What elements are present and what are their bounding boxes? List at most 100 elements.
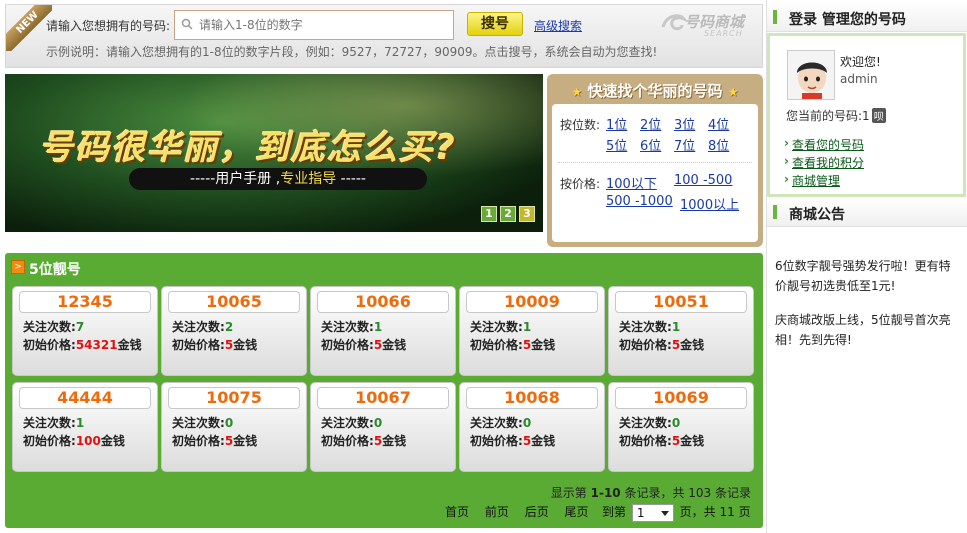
digit-link-7[interactable]: 7位 [674, 135, 695, 154]
currency-label: 金钱 [382, 338, 407, 352]
price-label: 初始价格: [172, 338, 225, 352]
advanced-search-link[interactable]: 高级搜索 [534, 17, 582, 34]
currency-label: 金钱 [680, 434, 705, 448]
prev-page-link[interactable]: 前页 [485, 505, 509, 519]
currency-label: 金钱 [117, 338, 142, 352]
digit-link-3[interactable]: 3位 [674, 114, 695, 133]
avatar[interactable] [787, 50, 835, 100]
price-value: 5 [373, 338, 383, 352]
banner-subtitle: -----用户手册 ,专业指导 ----- [129, 168, 427, 190]
card-follow-line: 关注次数:0 [619, 414, 680, 431]
currency-label: 金钱 [531, 338, 556, 352]
price-label: 初始价格: [23, 434, 76, 448]
slide-dot-3[interactable]: 3 [519, 206, 535, 222]
header-accent-bar [773, 205, 777, 219]
digit-link-2[interactable]: 2位 [640, 114, 661, 133]
slide-dot-1[interactable]: 1 [481, 206, 497, 222]
page: NEW 请输入您想拥有的号码: 搜号 高级搜索 号码商城 SEARCH 示例说明… [0, 0, 967, 533]
listing-title: 5位靓号 [29, 262, 81, 278]
number-card[interactable]: 44444 关注次数:1 初始价格:100金钱 [12, 382, 158, 472]
price-value: 5 [224, 338, 234, 352]
card-number: 10075 [168, 387, 300, 409]
card-follow-line: 关注次数:0 [470, 414, 531, 431]
search-logo: 号码商城 SEARCH [660, 9, 756, 41]
price-link-under-100[interactable]: 100以下 [606, 173, 657, 192]
quick-find-divider [558, 162, 752, 163]
follow-count: 1 [671, 320, 681, 334]
last-page-link[interactable]: 尾页 [565, 505, 589, 519]
page-select[interactable]: 1 [631, 503, 674, 522]
price-link-over-1000[interactable]: 1000以上 [680, 194, 739, 213]
price-value: 5 [373, 434, 383, 448]
digit-link-5[interactable]: 5位 [606, 135, 627, 154]
follow-label: 关注次数: [23, 320, 76, 334]
card-price-line: 初始价格:5金钱 [470, 432, 555, 449]
price-label: 初始价格: [23, 338, 76, 352]
number-card[interactable]: 10068 关注次数:0 初始价格:5金钱 [459, 382, 605, 472]
current-number-label: 您当前的号码:1 [786, 109, 870, 123]
star-icon: ★ [727, 85, 739, 99]
card-number: 10068 [466, 387, 598, 409]
view-my-points-link[interactable]: 查看我的积分 [784, 154, 864, 171]
card-follow-line: 关注次数:0 [321, 414, 382, 431]
follow-count: 1 [75, 416, 85, 430]
number-card[interactable]: 10069 关注次数:0 初始价格:5金钱 [608, 382, 754, 472]
price-label: 初始价格: [321, 434, 374, 448]
digit-link-6[interactable]: 6位 [640, 135, 661, 154]
first-page-link[interactable]: 首页 [445, 505, 469, 519]
price-label: 初始价格: [172, 434, 225, 448]
header-accent-bar [773, 10, 777, 24]
notice-panel-title: 商城公告 [789, 207, 845, 223]
number-card[interactable]: 10051 关注次数:1 初始价格:5金钱 [608, 286, 754, 376]
card-number: 10065 [168, 291, 300, 313]
banner-subtitle-guide: 专业指导 [280, 171, 337, 187]
card-follow-line: 关注次数:2 [172, 318, 233, 335]
price-link-100-500[interactable]: 100 -500 [674, 173, 732, 188]
login-box: 欢迎您! admin 您当前的号码:1呗 查看您的号码 查看我的积分 商城管理 [767, 33, 966, 197]
number-card[interactable]: 10066 关注次数:1 初始价格:5金钱 [310, 286, 456, 376]
price-link-500-1000[interactable]: 500 -1000 [606, 194, 673, 209]
number-card[interactable]: 10075 关注次数:0 初始价格:5金钱 [161, 382, 307, 472]
right-sidebar: 登录 管理您的号码 欢迎您! admin 您当前的号码:1呗 查看您的号码 查看… [766, 0, 967, 533]
price-value: 54321 [75, 338, 118, 352]
search-bar: NEW 请输入您想拥有的号码: 搜号 高级搜索 号码商城 SEARCH 示例说明… [5, 4, 763, 68]
price-value: 5 [522, 434, 532, 448]
follow-label: 关注次数: [470, 320, 523, 334]
card-price-line: 初始价格:100金钱 [23, 432, 125, 449]
search-input[interactable] [199, 15, 449, 35]
by-price-label: 按价格: [560, 177, 601, 191]
view-my-numbers-link[interactable]: 查看您的号码 [784, 136, 864, 153]
notice-item[interactable]: 庆商城改版上线，5位靓号首次亮相！先到先得! [775, 310, 960, 350]
star-icon: ★ [571, 85, 583, 99]
number-card[interactable]: 10065 关注次数:2 初始价格:5金钱 [161, 286, 307, 376]
search-input-wrap[interactable] [174, 10, 454, 40]
currency-label: 金钱 [531, 434, 556, 448]
number-card[interactable]: 10067 关注次数:0 初始价格:5金钱 [310, 382, 456, 472]
search-label: 请输入您想拥有的号码: [46, 19, 171, 33]
arrow-right-icon: > [11, 260, 25, 274]
price-value: 5 [522, 338, 532, 352]
welcome-text: 欢迎您! [840, 55, 881, 69]
quick-find-body: 按位数: 1位 2位 3位 4位 5位 6位 7位 8位 按价格: 100以下 … [552, 104, 758, 242]
login-panel-title: 登录 管理您的号码 [789, 12, 906, 28]
digit-link-4[interactable]: 4位 [708, 114, 729, 133]
pager-info: 显示第 1-10 条记录，共 103 条记录 [551, 484, 751, 501]
banner-title: 号码很华丽，到底怎么买? [39, 128, 457, 168]
number-card[interactable]: 10009 关注次数:1 初始价格:5金钱 [459, 286, 605, 376]
number-card[interactable]: 12345 关注次数:7 初始价格:54321金钱 [12, 286, 158, 376]
card-number: 10066 [317, 291, 449, 313]
promo-banner[interactable]: 号码很华丽，到底怎么买? -----用户手册 ,专业指导 ----- 1 2 3 [5, 74, 543, 232]
search-button[interactable]: 搜号 [467, 12, 523, 36]
follow-count: 0 [671, 416, 681, 430]
slide-dot-2[interactable]: 2 [500, 206, 516, 222]
currency-label: 金钱 [233, 338, 258, 352]
digit-link-1[interactable]: 1位 [606, 114, 627, 133]
notice-item[interactable]: 6位数字靓号强势发行啦！更有特价靓号初选贵低至1元! [775, 256, 960, 296]
next-page-link[interactable]: 后页 [525, 505, 549, 519]
current-number-badge: 呗 [871, 108, 886, 123]
digit-link-8[interactable]: 8位 [708, 135, 729, 154]
store-management-link[interactable]: 商城管理 [784, 172, 840, 189]
by-digits-label: 按位数: [560, 118, 601, 132]
card-number: 10051 [615, 291, 747, 313]
user-avatar-icon [797, 62, 827, 99]
